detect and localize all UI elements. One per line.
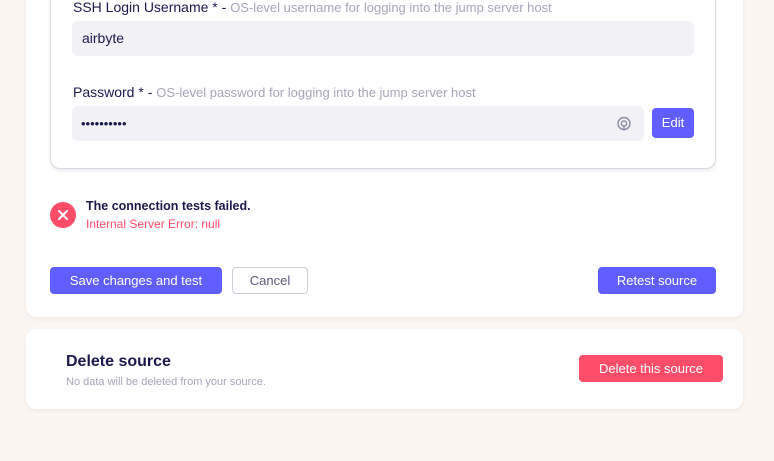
error-message: Internal Server Error: null — [86, 217, 221, 231]
delete-source-card: Delete source No data will be deleted fr… — [26, 329, 743, 409]
connection-error: The connection tests failed. Internal Se… — [50, 199, 350, 239]
username-label: SSH Login Username * - — [73, 0, 231, 15]
username-field-label: SSH Login Username * - OS-level username… — [73, 0, 552, 15]
username-hint: OS-level username for logging into the j… — [230, 0, 552, 15]
password-hint: OS-level password for logging into the j… — [156, 85, 476, 100]
error-title: The connection tests failed. — [86, 199, 251, 213]
edit-password-button[interactable]: Edit — [652, 108, 694, 138]
delete-source-button[interactable]: Delete this source — [579, 355, 723, 382]
cancel-button[interactable]: Cancel — [232, 267, 308, 294]
password-field-label: Password * - OS-level password for loggi… — [73, 84, 476, 100]
delete-source-title: Delete source — [66, 353, 171, 370]
ssh-tunnel-section: SSH Login Username * - OS-level username… — [50, 0, 716, 169]
delete-source-subtitle: No data will be deleted from your source… — [66, 376, 266, 388]
source-settings-card: SSH Login Username * - OS-level username… — [26, 0, 743, 317]
password-label: Password * - — [73, 84, 157, 100]
password-input[interactable]: •••••••••• — [72, 106, 644, 141]
retest-source-button[interactable]: Retest source — [598, 267, 716, 294]
save-and-test-button[interactable]: Save changes and test — [50, 267, 222, 294]
eye-icon[interactable] — [616, 115, 632, 132]
password-value: •••••••••• — [81, 116, 127, 131]
error-x-icon — [50, 202, 76, 228]
username-input[interactable]: airbyte — [72, 21, 694, 56]
